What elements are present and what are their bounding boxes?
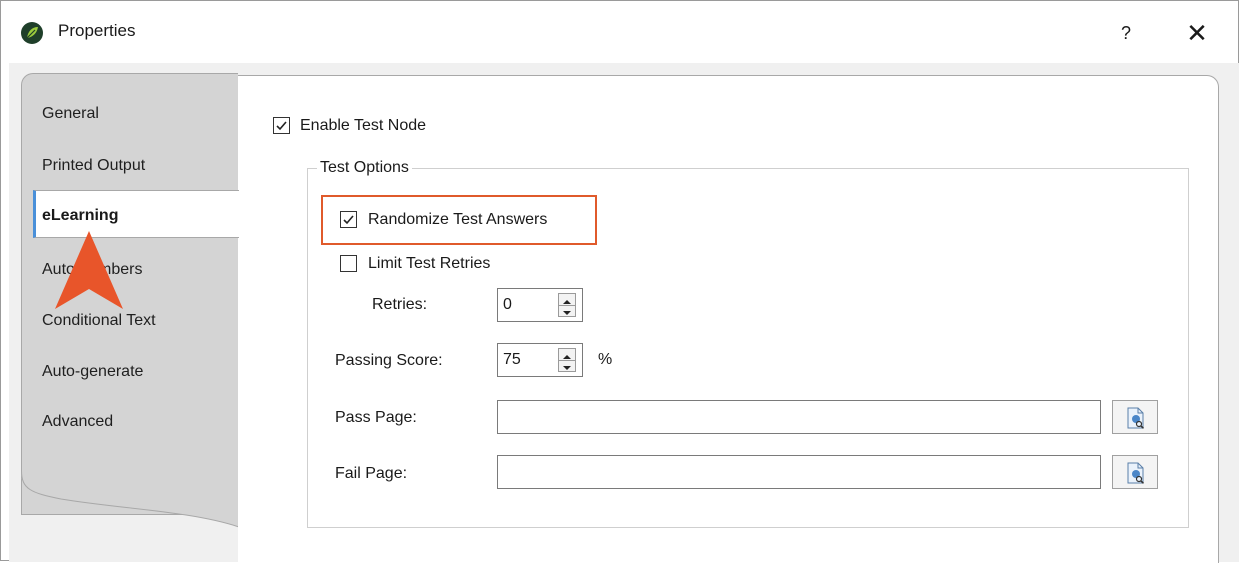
tab-conditional-text[interactable]: Conditional Text (42, 312, 156, 330)
randomize-test-answers-checkbox[interactable] (340, 211, 357, 228)
fail-page-label: Fail Page: (335, 465, 408, 482)
title-bar: Properties ? ✕ (1, 1, 1238, 63)
percent-unit: % (598, 351, 613, 368)
checkmark-icon (276, 121, 287, 131)
passing-score-spin-buttons (558, 348, 576, 372)
pass-page-input[interactable] (497, 400, 1101, 434)
passing-score-label: Passing Score: (335, 352, 443, 369)
triangle-down-icon (563, 366, 571, 370)
fail-page-browse-button[interactable] (1112, 455, 1158, 489)
checkmark-icon (343, 215, 354, 225)
browse-file-icon (1127, 462, 1144, 484)
tab-strip-curve (21, 461, 239, 528)
help-button[interactable]: ? (1106, 15, 1146, 51)
triangle-down-icon (563, 311, 571, 315)
passing-score-value: 75 (503, 351, 521, 368)
browse-file-icon (1127, 407, 1144, 429)
spin-down-button[interactable] (559, 305, 575, 316)
randomize-test-answers-label: Randomize Test Answers (368, 211, 548, 228)
spin-down-button[interactable] (559, 360, 575, 371)
retries-value: 0 (503, 296, 512, 313)
passing-score-spinner[interactable]: 75 (497, 343, 583, 377)
flare-leaf-icon (21, 22, 43, 44)
tab-advanced[interactable]: Advanced (42, 413, 113, 431)
test-options-title: Test Options (317, 159, 412, 177)
tab-auto-generate[interactable]: Auto-generate (42, 363, 143, 381)
retries-spinner[interactable]: 0 (497, 288, 583, 322)
limit-test-retries-label: Limit Test Retries (368, 255, 491, 272)
tab-printed-output[interactable]: Printed Output (42, 157, 145, 175)
enable-test-node-checkbox[interactable] (273, 117, 290, 134)
retries-spin-buttons (558, 293, 576, 317)
retries-label: Retries: (372, 296, 428, 313)
orange-arrow-pointer-icon (55, 231, 123, 309)
properties-dialog: Properties ? ✕ General Printed Output eL… (0, 0, 1239, 563)
pass-page-browse-button[interactable] (1112, 400, 1158, 434)
window-title: Properties (58, 21, 136, 40)
tab-elearning-label: eLearning (42, 207, 119, 224)
enable-test-node-label: Enable Test Node (300, 117, 427, 134)
close-button[interactable]: ✕ (1177, 15, 1217, 51)
pass-page-label: Pass Page: (335, 409, 417, 426)
tab-general[interactable]: General (42, 105, 99, 123)
fail-page-input[interactable] (497, 455, 1101, 489)
limit-test-retries-checkbox[interactable] (340, 255, 357, 272)
